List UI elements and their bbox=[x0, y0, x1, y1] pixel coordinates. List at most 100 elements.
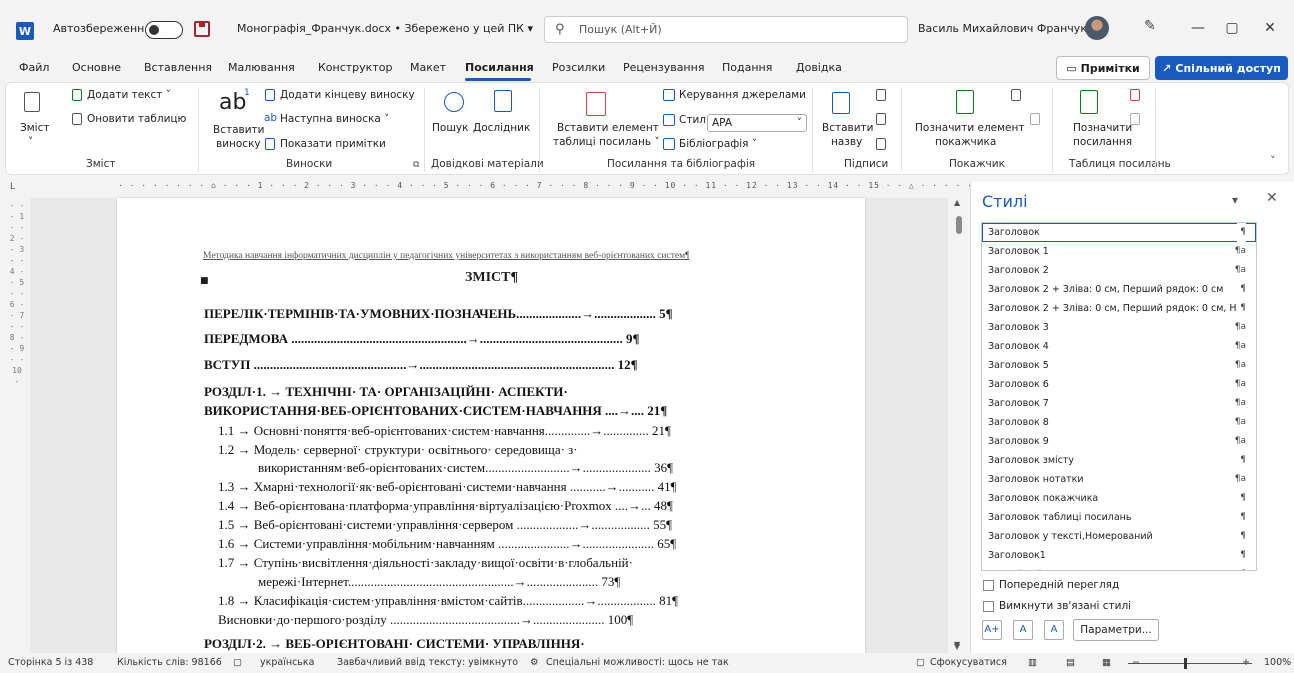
web-layout-icon[interactable]: ▦ bbox=[1102, 657, 1111, 668]
citation-style-select[interactable]: APA ˅ bbox=[707, 114, 807, 132]
insert-citation-button[interactable]: Вставити елемент bbox=[557, 122, 659, 134]
tab-references[interactable]: Посилання bbox=[465, 61, 534, 74]
style-list-item[interactable]: Заголовок 9 ¶a bbox=[982, 432, 1256, 451]
pane-close-icon[interactable]: ✕ bbox=[1266, 190, 1278, 206]
style-list-item[interactable]: Заголовок 7 ¶a bbox=[982, 394, 1256, 413]
style-list-item[interactable]: Заголовок у тексті,Номерований ¶ bbox=[982, 527, 1256, 546]
style-list-item[interactable]: Заголовок1 ¶ bbox=[982, 546, 1256, 565]
add-text-button[interactable]: Додати текст ˅ bbox=[87, 89, 171, 101]
search-button[interactable]: Пошук bbox=[432, 122, 468, 134]
pen-icon[interactable]: ✎ bbox=[1144, 18, 1156, 34]
read-mode-icon[interactable]: ▥ bbox=[1028, 657, 1037, 668]
style-inspector-button[interactable]: A bbox=[1013, 620, 1033, 640]
style-list-item[interactable]: Заголовок покажчика ¶ bbox=[982, 489, 1256, 508]
predictive-text[interactable]: Завбачливий ввід тексту: увімкнуто bbox=[337, 657, 518, 668]
toc-entry[interactable]: ПЕРЕДМОВА ..............................… bbox=[204, 331, 782, 347]
vertical-scrollbar[interactable]: ▲ ▼ bbox=[952, 198, 966, 653]
focus-mode[interactable]: Сфокусуватися bbox=[930, 657, 1007, 668]
tab-mailings[interactable]: Розсилки bbox=[552, 61, 605, 74]
style-list-item[interactable]: Заголовок 2 + Зліва: 0 см, Перший рядок:… bbox=[982, 299, 1256, 318]
style-list-item[interactable]: Заголовок таблиці посилань ¶ bbox=[982, 508, 1256, 527]
mark-entry-button[interactable]: Позначити елемент bbox=[915, 122, 1025, 134]
toc-entry[interactable]: РОЗДІЛ·2. → ВЕБ-ОРІЄНТОВАНІ· СИСТЕМИ· УП… bbox=[204, 636, 782, 652]
update-table-button[interactable]: Оновити таблицю bbox=[87, 113, 186, 125]
style-list-item[interactable]: Заголовок ¶ bbox=[982, 223, 1256, 242]
proofing-icon[interactable]: ▢ bbox=[233, 657, 242, 668]
pane-scroll-down-icon[interactable]: ▼ bbox=[954, 640, 960, 649]
ribbon-collapse-chevron-icon[interactable]: ˅ bbox=[1270, 154, 1276, 167]
toc-entry[interactable]: ВСТУП ..................................… bbox=[204, 357, 782, 373]
toc-entry[interactable]: використанням·веб-орієнтованих·систем...… bbox=[258, 460, 782, 476]
accessibility-status[interactable]: Спеціальні можливості: щось не так bbox=[546, 657, 729, 668]
next-footnote-button[interactable]: Наступна виноска ˅ bbox=[280, 113, 389, 125]
style-list-item[interactable]: Звичайний ¶ bbox=[982, 565, 1256, 570]
notes-button[interactable]: ▭ Примітки bbox=[1056, 56, 1150, 80]
document-title[interactable]: Монографія_Франчук.docx • Збережено у це… bbox=[237, 22, 533, 35]
share-button[interactable]: ↗ Спільний доступ bbox=[1155, 56, 1288, 80]
insert-footnote-button[interactable]: Вставити bbox=[213, 124, 264, 136]
tab-help[interactable]: Довідка bbox=[796, 61, 842, 74]
toc-entry[interactable]: мережі·Інтернет.........................… bbox=[258, 574, 782, 590]
toc-entry[interactable]: РОЗДІЛ·1. → ТЕХНІЧНІ· ТА· ОРГАНІЗАЦІЙНІ·… bbox=[204, 384, 782, 400]
style-list-item[interactable]: Заголовок 1 ¶a bbox=[982, 242, 1256, 261]
toc-entry[interactable]: ВИКОРИСТАННЯ·ВЕБ-ОРІЄНТОВАНИХ·СИСТЕМ·НАВ… bbox=[204, 403, 782, 419]
insert-index-icon[interactable] bbox=[1011, 89, 1021, 101]
tab-draw[interactable]: Малювання bbox=[228, 61, 295, 74]
tab-view[interactable]: Подання bbox=[722, 61, 772, 74]
restore-button[interactable]: ▢ bbox=[1220, 16, 1244, 40]
tab-design[interactable]: Конструктор bbox=[318, 61, 392, 74]
save-icon[interactable] bbox=[194, 21, 210, 37]
update-table-of-figures-icon[interactable] bbox=[876, 113, 886, 125]
insert-table-of-authorities-icon[interactable] bbox=[1130, 89, 1140, 101]
toc-entry[interactable]: ПЕРЕЛІК·ТЕРМІНІВ·ТА·УМОВНИХ·ПОЗНАЧЕНЬ...… bbox=[204, 306, 782, 322]
minimize-button[interactable]: — bbox=[1186, 16, 1210, 40]
update-index-icon[interactable] bbox=[1030, 113, 1040, 125]
insert-table-of-figures-icon[interactable] bbox=[876, 89, 886, 101]
toc-entry[interactable]: 1.3 → Хмарні·технології·як·веб-орієнтова… bbox=[218, 479, 782, 495]
footnotes-dialog-launcher-icon[interactable]: ⧉ bbox=[413, 160, 419, 170]
tab-home[interactable]: Основне bbox=[72, 61, 121, 74]
style-list-item[interactable]: Заголовок 6 ¶a bbox=[982, 375, 1256, 394]
style-list-item[interactable]: Заголовок 8 ¶a bbox=[982, 413, 1256, 432]
toc-entry[interactable]: 1.6 → Системи·управління·мобільним·навча… bbox=[218, 536, 782, 552]
tab-review[interactable]: Рецензування bbox=[623, 61, 704, 74]
new-style-button[interactable]: A+ bbox=[982, 620, 1002, 640]
update-table-of-authorities-icon[interactable] bbox=[1130, 113, 1140, 125]
tab-selector-icon[interactable]: L bbox=[10, 182, 15, 192]
insert-caption-button[interactable]: Вставити bbox=[822, 122, 873, 134]
style-list-item[interactable]: Заголовок нотатки ¶a bbox=[982, 470, 1256, 489]
add-endnote-button[interactable]: Додати кінцеву виноску bbox=[280, 89, 415, 101]
zoom-level[interactable]: 100% bbox=[1264, 657, 1291, 668]
style-list-item[interactable]: Заголовок 4 ¶a bbox=[982, 337, 1256, 356]
manage-styles-button[interactable]: A bbox=[1044, 620, 1064, 640]
tab-file[interactable]: Файл bbox=[19, 61, 49, 74]
disable-linked-styles-checkbox[interactable] bbox=[983, 601, 994, 612]
preview-checkbox[interactable] bbox=[983, 580, 994, 591]
toc-dropdown-icon[interactable]: ˅ bbox=[28, 136, 33, 148]
options-button[interactable]: Параметри... bbox=[1073, 619, 1159, 641]
print-layout-icon[interactable]: ▤ bbox=[1066, 657, 1075, 668]
scroll-up-icon[interactable]: ▲ bbox=[954, 198, 960, 207]
scroll-thumb[interactable] bbox=[956, 216, 962, 234]
toc-entry[interactable]: 1.2 → Модель· серверної· структури· осві… bbox=[218, 442, 782, 458]
language[interactable]: українська bbox=[260, 657, 314, 668]
toc-entry[interactable]: 1.4 → Веб-орієнтована·платформа·управлін… bbox=[218, 498, 782, 514]
user-name[interactable]: Василь Михайлович Франчук bbox=[918, 22, 1087, 35]
page-count[interactable]: Сторінка 5 із 438 bbox=[8, 657, 93, 668]
avatar[interactable] bbox=[1085, 16, 1109, 40]
zoom-slider[interactable] bbox=[1128, 663, 1252, 664]
mark-citation-button[interactable]: Позначити bbox=[1073, 122, 1132, 134]
toc-entry[interactable]: 1.5 → Веб-орієнтовані·системи·управління… bbox=[218, 517, 782, 533]
style-list-item[interactable]: Заголовок змісту ¶ bbox=[982, 451, 1256, 470]
cross-reference-icon[interactable] bbox=[876, 138, 886, 150]
style-list-item[interactable]: Заголовок 5 ¶a bbox=[982, 356, 1256, 375]
tab-insert[interactable]: Вставлення bbox=[144, 61, 212, 74]
autosave-toggle[interactable] bbox=[145, 21, 183, 39]
manage-sources-button[interactable]: Керування джерелами bbox=[679, 89, 806, 101]
show-notes-button[interactable]: Показати примітки bbox=[280, 138, 386, 150]
toc-entry[interactable]: 1.1 → Основні·поняття·веб-орієнтованих·с… bbox=[218, 423, 782, 439]
style-list-item[interactable]: Заголовок 3 ¶a bbox=[982, 318, 1256, 337]
tab-layout[interactable]: Макет bbox=[410, 61, 446, 74]
bibliography-button[interactable]: Бібліографія ˅ bbox=[679, 138, 757, 150]
style-list-item[interactable]: Заголовок 2 + Зліва: 0 см, Перший рядок:… bbox=[982, 280, 1256, 299]
